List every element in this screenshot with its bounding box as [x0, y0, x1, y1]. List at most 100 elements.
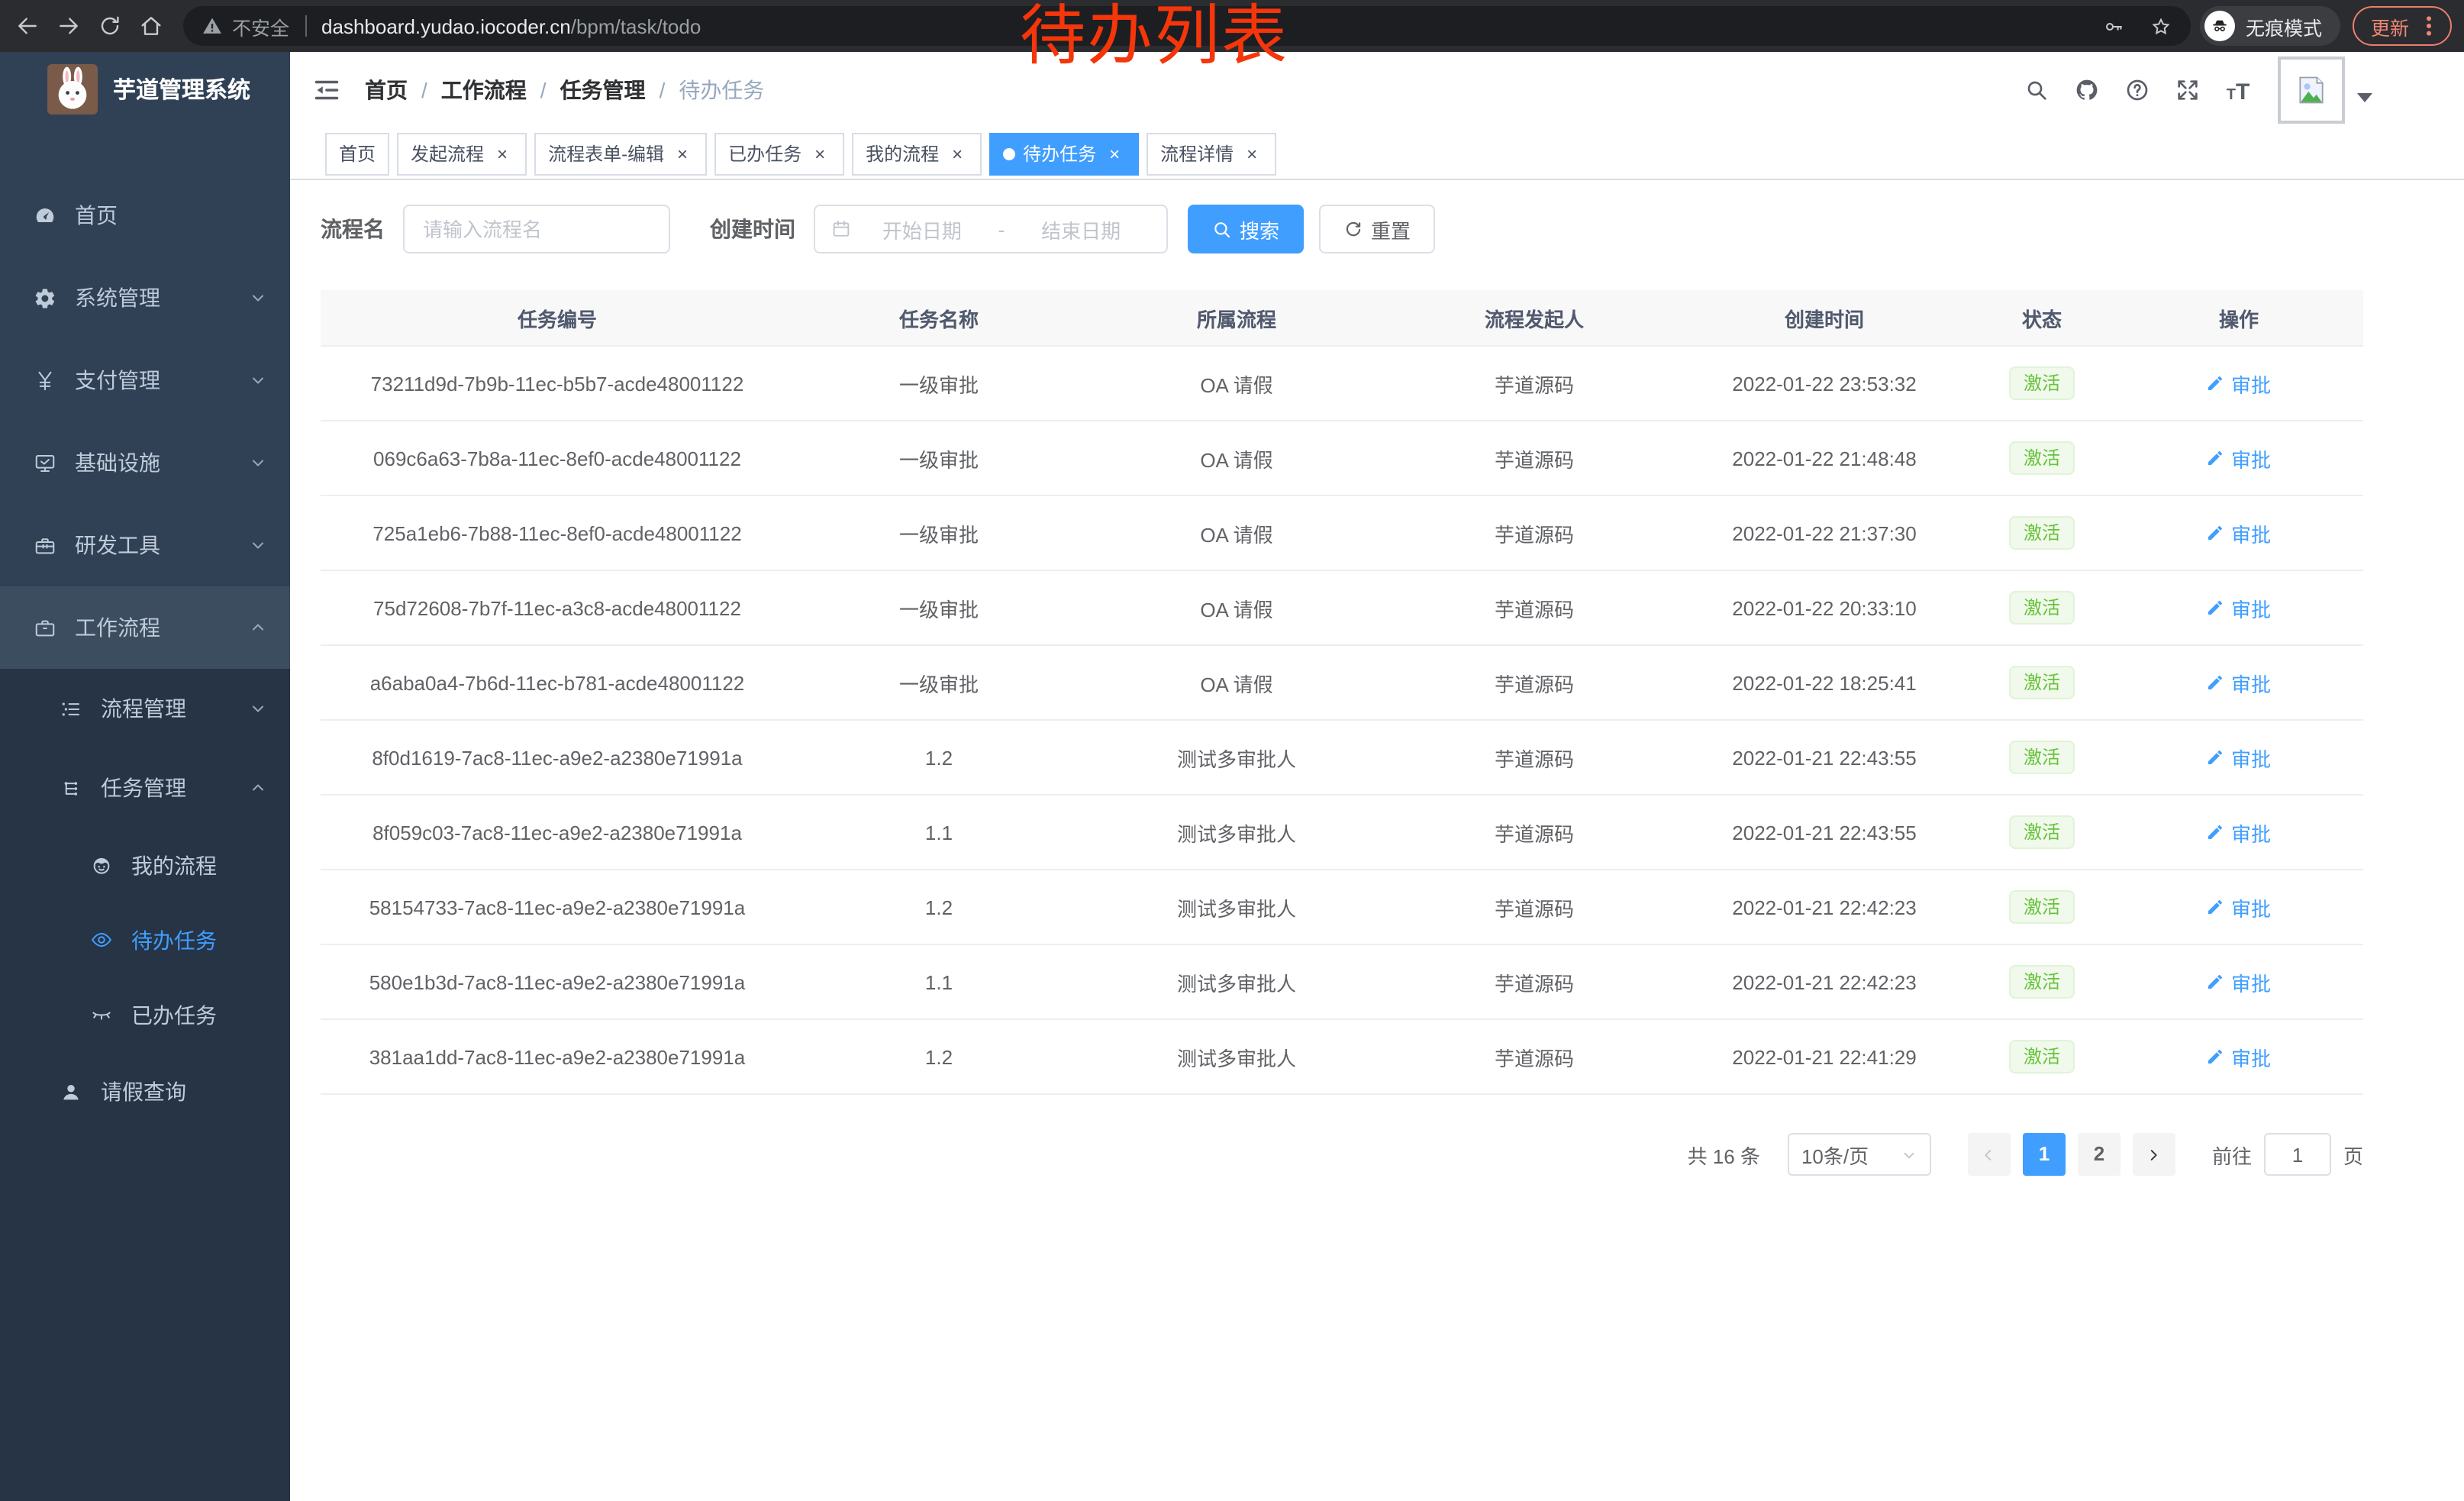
- process-name-label: 流程名: [321, 214, 385, 244]
- tab-my-process[interactable]: 我的流程×: [852, 132, 982, 175]
- sidebar-item-my-process[interactable]: 我的流程: [0, 828, 290, 902]
- status-badge: 激活: [2010, 366, 2074, 400]
- sidebar-item-workflow[interactable]: 工作流程: [0, 586, 290, 669]
- cell-process: OA 请假: [1084, 346, 1389, 421]
- approve-link[interactable]: 审批: [2207, 818, 2271, 847]
- reload-icon[interactable]: [92, 8, 128, 44]
- cell-created: 2022-01-21 22:43:55: [1679, 720, 1969, 795]
- cell-task-id: 73211d9d-7b9b-11ec-b5b7-acde48001122: [321, 346, 794, 421]
- close-icon[interactable]: ×: [492, 143, 513, 164]
- github-icon[interactable]: [2075, 76, 2099, 104]
- tab-home[interactable]: 首页: [325, 132, 389, 175]
- close-icon[interactable]: ×: [672, 143, 693, 164]
- security-warning-icon[interactable]: [202, 15, 223, 37]
- goto-page-input[interactable]: [2264, 1133, 2331, 1176]
- back-icon[interactable]: [9, 8, 46, 44]
- tab-process-form-edit[interactable]: 流程表单-编辑×: [534, 132, 707, 175]
- approve-link[interactable]: 审批: [2207, 743, 2271, 772]
- sidebar-item-task-management[interactable]: 任务管理: [0, 748, 290, 828]
- breadcrumb-item[interactable]: 任务管理: [560, 75, 646, 105]
- eye-closed-icon: [89, 1003, 113, 1026]
- cell-starter: 芋道源码: [1389, 1019, 1679, 1094]
- sidebar-item-infrastructure[interactable]: 基础设施: [0, 421, 290, 504]
- url-host: dashboard.yudao.iocoder.cn: [321, 15, 571, 37]
- cell-starter: 芋道源码: [1389, 421, 1679, 495]
- approve-link[interactable]: 审批: [2207, 369, 2271, 398]
- cell-created: 2022-01-22 20:33:10: [1679, 570, 1969, 645]
- approve-link[interactable]: 审批: [2207, 668, 2271, 697]
- approve-link[interactable]: 审批: [2207, 518, 2271, 547]
- sidebar-item-todo-tasks[interactable]: 待办任务: [0, 902, 290, 977]
- search-button[interactable]: 搜索: [1188, 205, 1304, 253]
- close-icon[interactable]: ×: [1241, 143, 1263, 164]
- omnibox-divider: [305, 15, 306, 37]
- sidebar-item-payment[interactable]: 支付管理: [0, 339, 290, 421]
- page-button-1[interactable]: 1: [2023, 1133, 2066, 1176]
- prev-page-button[interactable]: [1968, 1133, 2011, 1176]
- cell-process: 测试多审批人: [1084, 870, 1389, 944]
- page-button-2[interactable]: 2: [2078, 1133, 2121, 1176]
- start-date-placeholder[interactable]: 开始日期: [852, 215, 992, 244]
- tab-done-tasks[interactable]: 已办任务×: [714, 132, 844, 175]
- sidebar-item-dev-tools[interactable]: 研发工具: [0, 504, 290, 586]
- cell-task-id: a6aba0a4-7b6d-11ec-b781-acde48001122: [321, 645, 794, 720]
- fullscreen-icon[interactable]: [2175, 76, 2200, 104]
- sidebar-item-done-tasks[interactable]: 已办任务: [0, 977, 290, 1052]
- search-icon[interactable]: [2024, 76, 2049, 104]
- tab-launch-process[interactable]: 发起流程×: [397, 132, 527, 175]
- reset-button[interactable]: 重置: [1319, 205, 1435, 253]
- kebab-menu-icon[interactable]: [2420, 15, 2438, 37]
- close-icon[interactable]: ×: [947, 143, 968, 164]
- cell-task-name: 1.2: [794, 870, 1084, 944]
- cell-created: 2022-01-22 21:37:30: [1679, 495, 1969, 570]
- address-bar[interactable]: 不安全 dashboard.yudao.iocoder.cn /bpm/task…: [183, 6, 2191, 46]
- close-icon[interactable]: ×: [1104, 143, 1125, 164]
- help-icon[interactable]: [2125, 76, 2150, 104]
- approve-link[interactable]: 审批: [2207, 1042, 2271, 1071]
- end-date-placeholder[interactable]: 结束日期: [1011, 215, 1151, 244]
- status-badge: 激活: [2010, 666, 2074, 699]
- breadcrumb-separator: /: [660, 78, 666, 102]
- forward-icon[interactable]: [50, 8, 87, 44]
- next-page-button[interactable]: [2133, 1133, 2175, 1176]
- collapse-sidebar-icon[interactable]: [313, 76, 340, 104]
- password-key-icon[interactable]: [2102, 15, 2125, 37]
- sidebar-item-system[interactable]: 系统管理: [0, 257, 290, 339]
- cell-task-name: 1.2: [794, 720, 1084, 795]
- browser-update-button[interactable]: 更新: [2353, 6, 2452, 46]
- approve-link[interactable]: 审批: [2207, 893, 2271, 922]
- breadcrumb-item[interactable]: 工作流程: [441, 75, 527, 105]
- page-size-select[interactable]: 10条/页: [1788, 1133, 1931, 1176]
- cell-task-name: 1.1: [794, 944, 1084, 1019]
- cell-starter: 芋道源码: [1389, 570, 1679, 645]
- chevron-down-icon: [1901, 1146, 1917, 1163]
- close-icon[interactable]: ×: [809, 143, 830, 164]
- status-badge: 激活: [2010, 1040, 2074, 1073]
- sidebar-item-home[interactable]: 首页: [0, 174, 290, 257]
- approve-link[interactable]: 审批: [2207, 444, 2271, 473]
- table-row: 8f0d1619-7ac8-11ec-a9e2-a2380e71991a 1.2…: [321, 720, 2363, 795]
- sidebar-item-label: 系统管理: [75, 282, 160, 313]
- cell-task-id: 58154733-7ac8-11ec-a9e2-a2380e71991a: [321, 870, 794, 944]
- app-logo[interactable]: 芋道管理系统: [0, 52, 290, 125]
- sidebar-item-leave-query[interactable]: 请假查询: [0, 1052, 290, 1131]
- date-range-picker[interactable]: 开始日期 - 结束日期: [814, 205, 1168, 253]
- breadcrumb-separator: /: [540, 78, 547, 102]
- create-time-label: 创建时间: [710, 214, 795, 244]
- avatar[interactable]: [2278, 56, 2345, 124]
- home-icon[interactable]: [133, 8, 169, 44]
- tab-todo-tasks[interactable]: 待办任务×: [989, 132, 1139, 175]
- caret-down-icon[interactable]: [2357, 93, 2372, 102]
- sidebar-item-label: 待办任务: [131, 925, 217, 955]
- bookmark-star-icon[interactable]: [2150, 15, 2172, 37]
- workflow-submenu: 流程管理 任务管理 我的流程 待办任务: [0, 669, 290, 1501]
- approve-link[interactable]: 审批: [2207, 593, 2271, 622]
- incognito-badge: 无痕模式: [2200, 6, 2340, 46]
- approve-link[interactable]: 审批: [2207, 967, 2271, 996]
- breadcrumb-item[interactable]: 首页: [365, 75, 408, 105]
- process-name-input[interactable]: [403, 205, 670, 253]
- font-size-icon[interactable]: TT: [2226, 76, 2250, 104]
- tab-process-detail[interactable]: 流程详情×: [1147, 132, 1276, 175]
- cell-starter: 芋道源码: [1389, 495, 1679, 570]
- sidebar-item-process-management[interactable]: 流程管理: [0, 669, 290, 748]
